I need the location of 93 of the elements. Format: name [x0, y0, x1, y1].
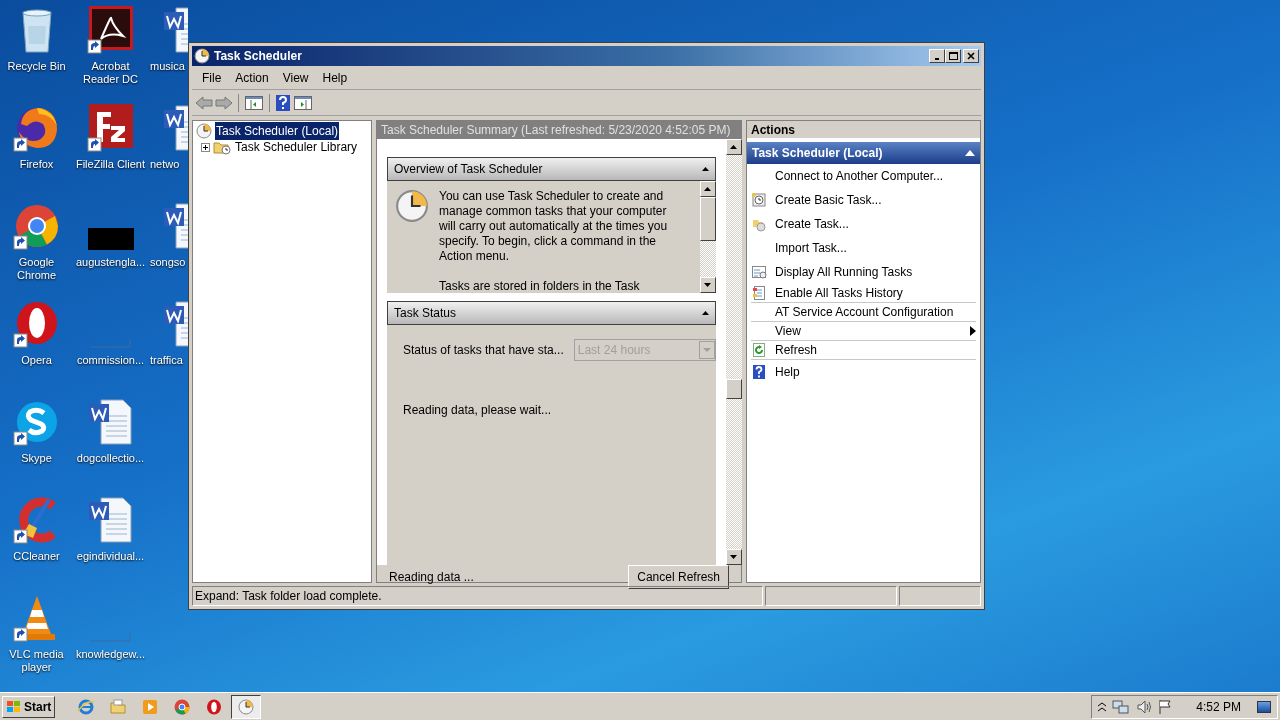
clock-icon	[237, 697, 256, 716]
overview-text: Tasks are stored in folders in the Task	[439, 279, 641, 293]
tree-item[interactable]: Task Scheduler (Local)	[215, 122, 340, 140]
network-icon[interactable]	[1112, 698, 1131, 715]
actions-header: Actions	[747, 121, 980, 138]
scrollbar[interactable]	[725, 139, 742, 565]
refresh-icon	[751, 342, 767, 358]
action-link[interactable]: Enable All Tasks History	[775, 284, 976, 302]
expand-icon[interactable]	[201, 142, 210, 152]
console-tree-icon[interactable]	[244, 93, 264, 112]
maximize-button[interactable]	[945, 49, 961, 63]
action-pane-icon[interactable]	[293, 93, 313, 112]
menu-item[interactable]: Help	[315, 68, 355, 87]
chrome-icon	[173, 697, 192, 716]
desktop-icon-label[interactable]: traffica	[150, 354, 183, 367]
summary-header: Task Scheduler Summary (Last refreshed: 5/23/2020 4:52:05 PM)	[377, 121, 741, 139]
clock-icon	[751, 192, 767, 208]
scrollbar[interactable]	[699, 181, 716, 293]
action-link[interactable]: Create Task...	[775, 215, 976, 233]
desktop-icon-label[interactable]: musica	[150, 60, 185, 73]
windows-logo-icon	[6, 699, 22, 714]
collapse-icon[interactable]	[701, 311, 709, 315]
scroll-up-icon[interactable]	[704, 187, 712, 191]
loading-message: Reading data, please wait...	[403, 402, 553, 419]
maximize-icon	[947, 50, 959, 62]
close-icon	[965, 50, 977, 62]
desktop-icon-label[interactable]: egindividual...	[74, 550, 147, 563]
desktop-icon-label[interactable]: Acrobat Reader DC	[74, 60, 147, 86]
actions-section-header[interactable]: Task Scheduler (Local)	[747, 142, 980, 164]
folder-icon	[109, 697, 128, 716]
minimize-button[interactable]	[929, 49, 945, 63]
flag-icon[interactable]	[1158, 698, 1173, 715]
desktop-icon-label[interactable]: dogcollectio...	[74, 452, 147, 465]
desktop-icon-label[interactable]: commission...	[74, 354, 147, 367]
folder-clock-icon	[213, 139, 231, 155]
action-link[interactable]: Refresh	[775, 341, 976, 359]
desktop-icon-label[interactable]: netwo	[150, 158, 180, 171]
desktop-icon-label[interactable]: FileZilla Client	[74, 158, 147, 171]
window-list-icon	[751, 264, 767, 280]
list-icon	[751, 285, 767, 301]
scrollbar-thumb[interactable]	[699, 197, 716, 241]
collapse-icon[interactable]	[965, 150, 975, 156]
desktop-icon-label[interactable]: knowledgew...	[74, 648, 147, 661]
scroll-down-icon[interactable]	[730, 555, 738, 559]
speaker-icon[interactable]	[1136, 698, 1153, 715]
window-title: Task Scheduler	[214, 48, 302, 65]
loading-status: Reading data ...	[389, 569, 475, 586]
menu-item[interactable]: View	[275, 68, 316, 87]
close-button[interactable]	[963, 49, 979, 63]
minimize-icon	[935, 58, 939, 60]
collapse-icon[interactable]	[701, 167, 709, 171]
clock-icon	[395, 189, 429, 223]
status-filter-label: Status of tasks that have sta...	[403, 342, 564, 359]
clock-time[interactable]: 4:52 PM	[1196, 697, 1241, 716]
show-desktop-button[interactable]	[1257, 700, 1271, 713]
action-link[interactable]: AT Service Account Configuration	[775, 303, 976, 321]
action-link[interactable]: Create Basic Task...	[775, 191, 976, 209]
clock-icon	[194, 48, 210, 64]
menu-item[interactable]: Action	[228, 68, 276, 87]
overview-section-header[interactable]: Overview of Task Scheduler	[387, 157, 716, 181]
scrollbar-thumb[interactable]	[725, 379, 742, 399]
taskbar-button[interactable]	[231, 694, 262, 719]
desktop-icon-label[interactable]: Google Chrome	[0, 256, 73, 282]
submenu-arrow-icon	[970, 326, 976, 336]
action-link[interactable]: Display All Running Tasks	[775, 263, 976, 281]
desktop-icon-label[interactable]: CCleaner	[0, 550, 73, 563]
clock-icon	[196, 123, 212, 139]
task-status-section-header[interactable]: Task Status	[387, 301, 716, 325]
desktop-icon-label[interactable]: augustengla...	[74, 256, 147, 269]
action-link[interactable]: View	[775, 322, 976, 340]
action-link[interactable]: Help	[775, 363, 976, 381]
desktop-icon-label[interactable]: VLC media player	[0, 648, 73, 674]
desktop-icon-label[interactable]: Firefox	[0, 158, 73, 171]
desktop-icon-label[interactable]: Recycle Bin	[0, 60, 73, 73]
menu-item[interactable]: File	[195, 68, 229, 87]
scroll-down-icon[interactable]	[704, 283, 712, 287]
tree-item[interactable]: Task Scheduler Library	[234, 138, 359, 156]
internet-explorer-icon	[77, 697, 96, 716]
action-link[interactable]: Connect to Another Computer...	[775, 167, 976, 185]
scroll-up-icon[interactable]	[730, 145, 738, 149]
start-button[interactable]: Start	[2, 695, 56, 718]
media-player-icon	[141, 697, 160, 716]
overview-text: You can use Task Scheduler to create and manage common tasks that your computer will carry out automatically at the times you specify. To begin, click a command in the Action menu.	[439, 189, 669, 264]
opera-icon	[205, 697, 224, 716]
action-link[interactable]: Import Task...	[775, 239, 976, 257]
desktop-icon-label[interactable]: Opera	[0, 354, 73, 367]
cancel-refresh-button[interactable]: Cancel Refresh	[628, 565, 729, 589]
status-bar-text: Expand: Task folder load complete.	[192, 586, 763, 606]
show-hidden-icons-icon[interactable]	[1098, 701, 1107, 712]
desktop-icon-label[interactable]: songso	[150, 256, 186, 269]
help-icon[interactable]	[275, 93, 291, 112]
help-icon	[751, 364, 767, 380]
desktop-icon-label[interactable]: Skype	[0, 452, 73, 465]
